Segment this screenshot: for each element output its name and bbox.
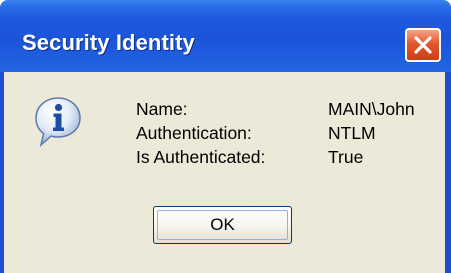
security-identity-dialog: Security Identity Name: MAIN\John Authen… (0, 0, 451, 273)
ok-button-label: OK (210, 215, 235, 234)
field-label-authentication: Authentication: (136, 123, 252, 143)
field-value-is-authenticated: True (328, 147, 364, 167)
info-icon (35, 97, 81, 148)
field-value-name: MAIN\John (328, 99, 415, 119)
field-value-authentication: NTLM (328, 123, 376, 143)
title-bar[interactable]: Security Identity (0, 0, 451, 72)
close-icon (414, 36, 432, 54)
field-label-is-authenticated: Is Authenticated: (136, 147, 266, 167)
ok-button[interactable]: OK (153, 206, 292, 244)
close-button[interactable] (405, 28, 441, 62)
dialog-title: Security Identity (22, 30, 195, 55)
field-label-name: Name: (136, 99, 188, 119)
